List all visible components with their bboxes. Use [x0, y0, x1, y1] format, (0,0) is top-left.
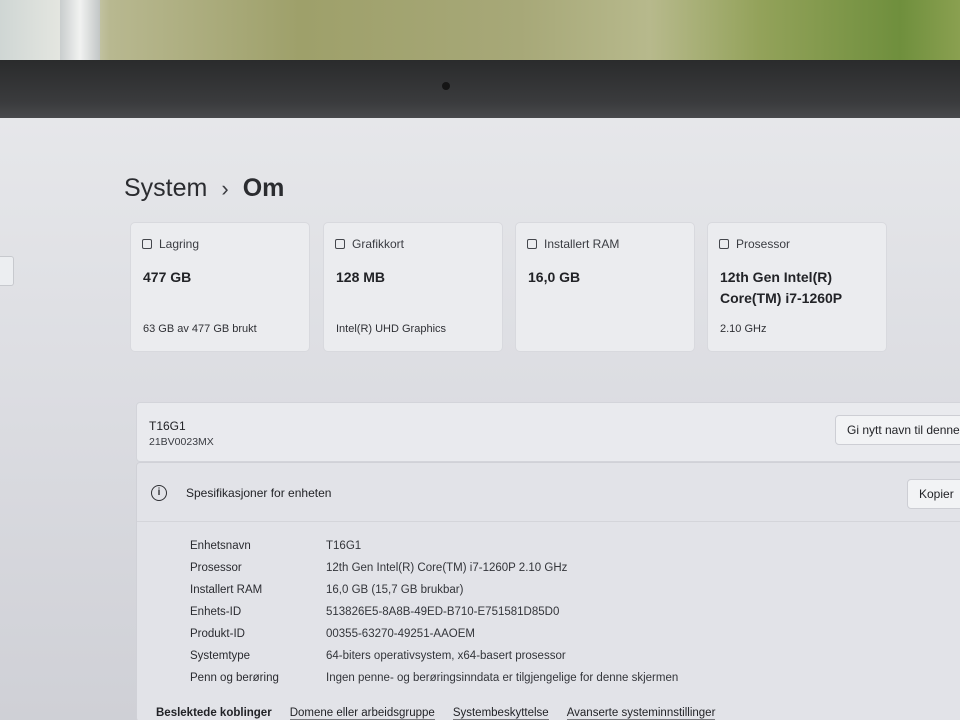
card-subtitle: 63 GB av 477 GB brukt: [143, 323, 257, 335]
spec-row: Enhetsnavn T16G1: [190, 535, 678, 557]
device-model: 21BV0023MX: [149, 436, 214, 448]
spec-value: T16G1: [326, 540, 362, 552]
device-name: T16G1: [149, 419, 186, 433]
settings-screen: System › Om Lagring 477 GB 63 GB av 477 …: [0, 118, 960, 720]
display-card-icon: [335, 239, 345, 249]
device-specifications-panel: i Spesifikasjoner for enheten Kopier Enh…: [136, 462, 960, 720]
spec-row: Penn og berøring Ingen penne- og berøring…: [190, 667, 678, 689]
spec-row: Enhets-ID 513826E5-8A8B-49ED-B710-E751581…: [190, 601, 678, 623]
ram-icon: [527, 239, 537, 249]
spec-value: Ingen penne- og berøringsinndata er tilg…: [326, 672, 679, 684]
spec-value: 513826E5-8A8B-49ED-B710-E751581D85D0: [326, 606, 560, 618]
spec-key: Systemtype: [190, 650, 251, 662]
system-protection-link[interactable]: Systembeskyttelse: [452, 707, 549, 720]
spec-key: Installert RAM: [190, 584, 263, 596]
card-subtitle: 2.10 GHz: [720, 323, 767, 335]
webcam: [442, 82, 450, 90]
related-links: Beslektede koblinger Domene eller arbeid…: [136, 698, 960, 720]
card-value: 128 MB: [336, 269, 386, 285]
ram-card[interactable]: Installert RAM 16,0 GB: [515, 222, 695, 352]
spec-value: 64-biters operativsystem, x64-basert pro…: [326, 650, 566, 662]
spec-row: Installert RAM 16,0 GB (15,7 GB brukbar): [190, 579, 678, 601]
spec-value: 00355-63270-49251-AAOEM: [326, 628, 475, 640]
device-name-panel: T16G1 21BV0023MX Gi nytt navn til denne: [136, 402, 960, 462]
processor-icon: [719, 239, 729, 249]
divider: [137, 521, 960, 522]
specs-title: Spesifikasjoner for enheten: [186, 486, 332, 500]
spec-row: Produkt-ID 00355-63270-49251-AAOEM: [190, 623, 678, 645]
page-title: Om: [242, 174, 285, 202]
card-value: 16,0 GB: [528, 269, 581, 285]
nav-collapse-handle[interactable]: [0, 256, 14, 286]
chevron-right-icon: ›: [221, 175, 229, 201]
window-background: [0, 0, 960, 62]
window-frame: [60, 0, 100, 62]
card-title: Lagring: [159, 237, 200, 251]
card-subtitle: Intel(R) UHD Graphics: [336, 323, 447, 335]
advanced-system-settings-link[interactable]: Avanserte systeminnstillinger: [566, 707, 716, 720]
spec-row: Systemtype 64-biters operativsystem, x64-…: [190, 645, 678, 667]
spec-value: 16,0 GB (15,7 GB brukbar): [326, 584, 464, 596]
spec-key: Enhetsnavn: [190, 540, 251, 552]
breadcrumb-parent[interactable]: System: [124, 174, 207, 203]
spec-key: Enhets-ID: [190, 606, 242, 618]
spec-key: Prosessor: [190, 562, 242, 574]
monitor-bezel: [0, 60, 960, 120]
domain-workgroup-link[interactable]: Domene eller arbeidsgruppe: [289, 707, 435, 720]
rename-device-button[interactable]: Gi nytt navn til denne: [835, 415, 960, 445]
copy-button[interactable]: Kopier: [907, 479, 960, 509]
card-title: Grafikkort: [352, 237, 405, 251]
info-icon: i: [151, 485, 167, 501]
spec-key: Produkt-ID: [190, 628, 245, 640]
card-title: Prosessor: [736, 237, 791, 251]
processor-card[interactable]: Prosessor 12th Gen Intel(R) Core(TM) i7-…: [707, 222, 887, 352]
breadcrumb: System › Om: [124, 174, 284, 203]
storage-icon: [142, 239, 152, 249]
graphics-card[interactable]: Grafikkort 128 MB Intel(R) UHD Graphics: [323, 222, 503, 352]
storage-card[interactable]: Lagring 477 GB 63 GB av 477 GB brukt: [130, 222, 310, 352]
spec-key: Penn og berøring: [190, 672, 279, 684]
related-links-label: Beslektede koblinger: [156, 707, 272, 719]
specs-list: Enhetsnavn T16G1 Prosessor 12th Gen Intel(…: [190, 535, 678, 689]
card-value: 477 GB: [143, 269, 192, 285]
card-title: Installert RAM: [544, 237, 620, 251]
spec-value: 12th Gen Intel(R) Core(TM) i7-1260P 2.10…: [326, 562, 568, 574]
spec-row: Prosessor 12th Gen Intel(R) Core(TM) i7-1…: [190, 557, 678, 579]
card-value: 12th Gen Intel(R) Core(TM) i7-1260P: [720, 269, 843, 306]
